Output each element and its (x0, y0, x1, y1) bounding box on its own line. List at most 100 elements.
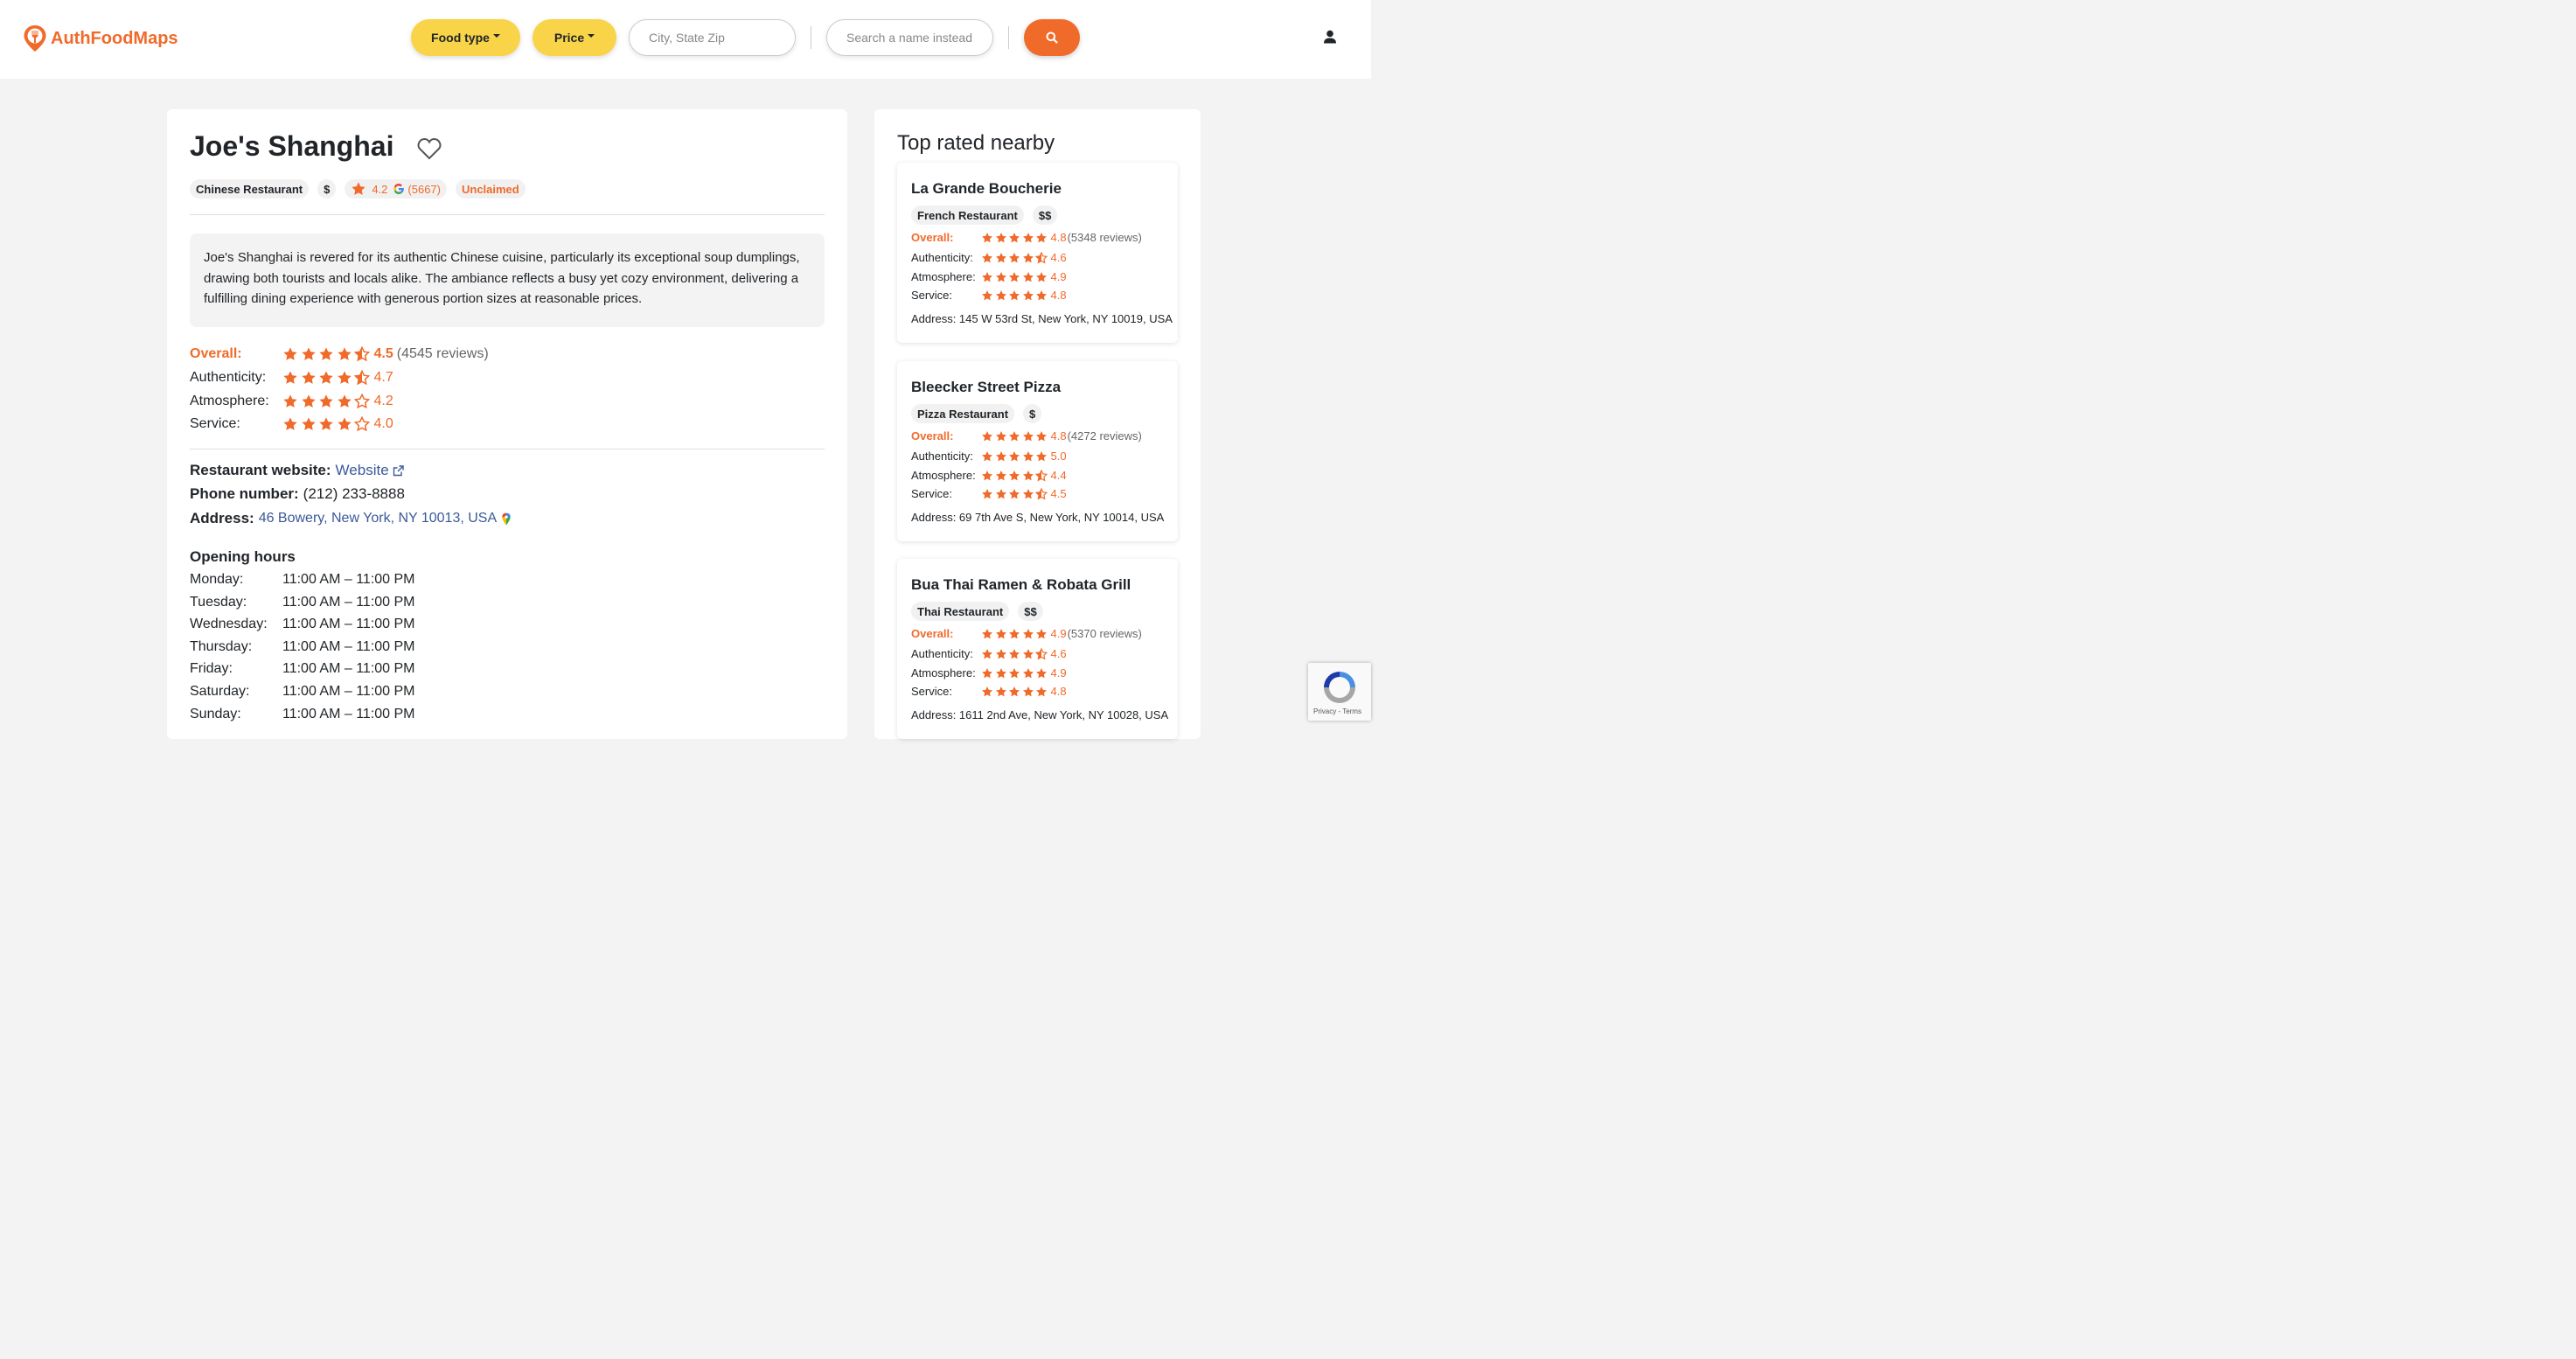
rating-label: Overall: (911, 231, 954, 244)
rating-label: Service: (911, 685, 952, 698)
star-full-icon (301, 394, 316, 408)
star-full-icon (1036, 271, 1047, 282)
hours-time: 11:00 AM – 11:00 PM (282, 617, 415, 632)
star-full-icon (982, 289, 992, 300)
nearby-restaurant-name[interactable]: Bua Thai Ramen & Robata Grill (911, 576, 1131, 594)
rating-label: Overall: (911, 627, 954, 640)
rating-value: 4.8 (1050, 685, 1067, 698)
rating-label: Atmosphere: (911, 270, 976, 283)
nearby-restaurant-card[interactable]: La Grande Boucherie French Restaurant $$ Ov… (897, 163, 1178, 343)
star-full-icon (995, 271, 1006, 282)
rating-row: Service: 4.8 (911, 685, 1067, 698)
star-full-icon (982, 232, 992, 242)
caret-down-icon (492, 34, 500, 38)
rating-row: Service: 4.0 (190, 416, 393, 432)
address-link[interactable]: 46 Bowery, New York, NY 10013, USA (259, 511, 497, 526)
brand-logo[interactable]: AuthFoodMaps (23, 24, 178, 52)
rating-value: 4.5 (373, 346, 393, 361)
hours-time: 11:00 AM – 11:00 PM (282, 638, 415, 654)
star-full-icon (982, 271, 992, 282)
star-full-icon (995, 232, 1006, 242)
website-link[interactable]: Website (336, 462, 389, 479)
star-full-icon (1022, 450, 1034, 461)
rating-label: Authenticity: (911, 450, 973, 463)
rating-row: Service: 4.8 (911, 289, 1067, 302)
review-count: (5348 reviews) (1067, 231, 1142, 244)
star-rating (981, 667, 1049, 680)
google-rating-value: 4.2 (372, 182, 388, 196)
star-full-icon (1036, 686, 1047, 696)
recaptcha-links[interactable]: Privacy - Terms (1313, 707, 1361, 715)
price-tag: $ (317, 179, 337, 199)
nearby-restaurant-card[interactable]: Bua Thai Ramen & Robata Grill Thai Restau… (897, 559, 1178, 739)
price-label: Price (553, 31, 585, 45)
star-full-icon (982, 648, 992, 659)
star-full-icon (337, 417, 352, 430)
hours-row: Saturday: 11:00 AM – 11:00 PM (190, 684, 415, 700)
rating-label: Authenticity: (911, 647, 973, 660)
star-rating (282, 346, 372, 362)
hours-day: Friday: (190, 661, 233, 677)
star-full-icon (1009, 648, 1020, 659)
nearby-address: Address: 145 W 53rd St, New York, NY 100… (911, 312, 1173, 325)
phone-row: Phone number: (212) 233-8888 (190, 485, 405, 503)
google-rating-tag: 4.2 (5667) (345, 179, 447, 199)
nearby-address: Address: 1611 2nd Ave, New York, NY 1002… (911, 708, 1169, 721)
star-full-icon (1022, 686, 1034, 696)
rating-row: Atmosphere: 4.4 (911, 469, 1067, 482)
rating-value: 4.2 (373, 394, 393, 408)
star-full-icon (995, 686, 1006, 696)
unclaimed-badge[interactable]: Unclaimed (455, 179, 526, 199)
star-rating (981, 628, 1049, 640)
star-half-icon (1035, 251, 1048, 263)
price-dropdown[interactable]: Price (533, 19, 616, 56)
fork-pin-icon (24, 25, 46, 52)
star-rating (981, 450, 1049, 463)
hours-time: 11:00 AM – 11:00 PM (282, 706, 415, 721)
star-rating (981, 686, 1049, 698)
name-search-input[interactable]: Search a name instead (826, 19, 993, 56)
star-full-icon (1009, 430, 1020, 441)
category-tag: Pizza Restaurant (911, 404, 1015, 423)
nearby-restaurant-name[interactable]: La Grande Boucherie (911, 180, 1062, 198)
rating-value: 4.8 (1050, 231, 1067, 244)
hours-row: Sunday: 11:00 AM – 11:00 PM (190, 707, 415, 722)
user-icon[interactable] (1323, 30, 1337, 44)
star-rating (981, 232, 1049, 244)
star-rating (981, 487, 1049, 500)
star-full-icon (1022, 232, 1034, 242)
star-rating (282, 416, 372, 432)
hours-row: Thursday: 11:00 AM – 11:00 PM (190, 639, 415, 655)
rating-label: Overall: (190, 346, 242, 361)
name-placeholder: Search a name instead (846, 31, 972, 45)
rating-row: Overall: 4.5 (4545 reviews) (190, 346, 489, 362)
rating-value: 4.4 (1050, 469, 1067, 482)
star-full-icon (1022, 252, 1034, 262)
star-full-icon (1022, 271, 1034, 282)
food-type-dropdown[interactable]: Food type (411, 19, 520, 56)
city-input[interactable]: City, State Zip (629, 19, 796, 56)
google-review-count: (5667) (407, 182, 441, 196)
star-full-icon (1022, 648, 1034, 659)
rating-value: 4.6 (1050, 251, 1067, 264)
heart-icon[interactable] (417, 137, 442, 160)
rating-row: Authenticity: 4.6 (911, 251, 1067, 264)
search-icon (1046, 31, 1058, 44)
website-key: Restaurant website: (190, 462, 331, 478)
nearby-restaurant-name[interactable]: Bleecker Street Pizza (911, 379, 1061, 396)
hours-row: Tuesday: 11:00 AM – 11:00 PM (190, 595, 415, 610)
star-half-icon (1035, 487, 1048, 499)
rating-value: 4.5 (1050, 487, 1067, 500)
star-full-icon (337, 371, 352, 384)
rating-row: Authenticity: 4.6 (911, 647, 1067, 660)
nearby-title: Top rated nearby (897, 131, 1055, 155)
opening-hours-title: Opening hours (190, 548, 296, 565)
search-button[interactable] (1024, 19, 1080, 56)
star-full-icon (1009, 628, 1020, 638)
star-empty-icon (354, 416, 370, 432)
rating-label: Service: (911, 487, 952, 500)
nearby-restaurant-card[interactable]: Bleecker Street Pizza Pizza Restaurant $ Ov… (897, 361, 1178, 541)
recaptcha-badge[interactable]: Privacy - Terms (1308, 663, 1371, 721)
map-pin-icon (502, 512, 511, 526)
star-full-icon (982, 470, 992, 480)
